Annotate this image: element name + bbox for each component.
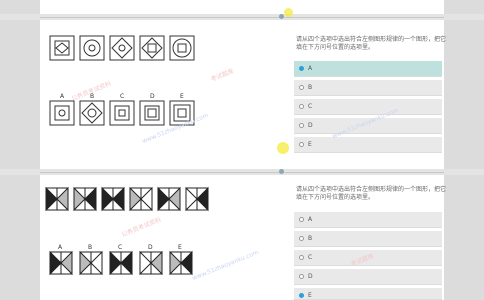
- cursor-highlight-icon: [284, 8, 293, 17]
- option-label: E: [308, 141, 312, 148]
- option-label: C: [308, 103, 313, 110]
- question-2-option-e[interactable]: E: [294, 288, 442, 300]
- answer-letter-c: C: [118, 244, 122, 251]
- question-1-option-e[interactable]: E: [294, 137, 442, 153]
- radio-icon[interactable]: [299, 293, 304, 298]
- answer-letter-e: E: [178, 244, 182, 251]
- question-1-option-a[interactable]: A: [294, 61, 442, 77]
- scroll-marker: [279, 14, 284, 19]
- answer-letter-c: C: [120, 93, 124, 100]
- question-2-option-d[interactable]: D: [294, 269, 442, 285]
- question-2-prompt: 请从四个选项中选出符合左侧图形规律的一个图形，把它填在下方问号位置的选项里。: [296, 186, 447, 201]
- radio-icon[interactable]: [299, 274, 304, 279]
- option-label: D: [308, 122, 313, 129]
- radio-icon[interactable]: [299, 142, 304, 147]
- question-2-answer-figures: A B C D E: [49, 244, 193, 276]
- option-label: E: [308, 292, 312, 299]
- question-1-prompt: 请从四个选项中选出符合左侧图形规律的一个图形，把它填在下方问号位置的选项里。: [296, 36, 447, 51]
- radio-icon[interactable]: [299, 217, 304, 222]
- question-2-option-a[interactable]: A: [294, 212, 442, 228]
- answer-letter-b: B: [88, 244, 92, 251]
- section-divider-top: [0, 14, 484, 20]
- radio-icon[interactable]: [299, 85, 304, 90]
- cursor-highlight-icon: [277, 142, 289, 154]
- radio-icon[interactable]: [299, 236, 304, 241]
- answer-letter-d: D: [150, 93, 155, 100]
- answer-letter-a: A: [60, 93, 65, 100]
- answer-letter-e: E: [180, 93, 184, 100]
- question-1-option-b[interactable]: B: [294, 80, 442, 96]
- radio-icon[interactable]: [299, 104, 304, 109]
- option-label: D: [308, 273, 313, 280]
- radio-icon[interactable]: [299, 123, 304, 128]
- option-label: A: [308, 216, 313, 223]
- scroll-marker-2: [279, 169, 284, 174]
- section-divider-middle: [0, 169, 484, 175]
- option-label: B: [308, 235, 313, 242]
- option-label: B: [308, 84, 313, 91]
- option-label: A: [308, 65, 313, 72]
- question-1-option-c[interactable]: C: [294, 99, 442, 115]
- radio-icon[interactable]: [299, 255, 304, 260]
- option-label: C: [308, 254, 313, 261]
- radio-icon[interactable]: [299, 66, 304, 71]
- question-1-sequence-figure: [49, 35, 195, 61]
- answer-letter-d: D: [148, 244, 153, 251]
- answer-letter-a: A: [58, 244, 63, 251]
- question-2-option-b[interactable]: B: [294, 231, 442, 247]
